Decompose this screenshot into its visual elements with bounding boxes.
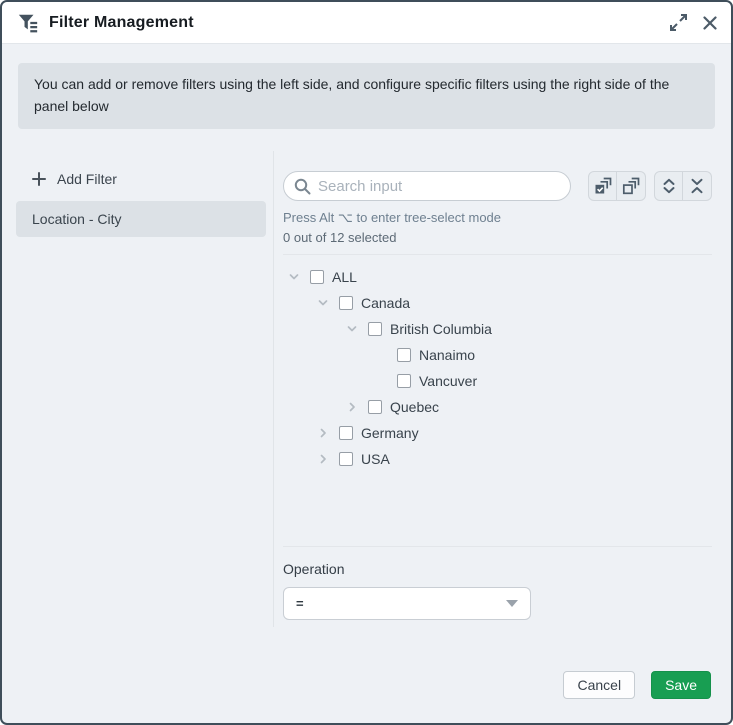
filter-management-dialog: Filter Management You can add or remove … — [0, 0, 733, 725]
filter-funnel-icon — [17, 12, 39, 34]
tree-row[interactable]: ALL — [283, 264, 712, 290]
chevron-right-icon[interactable] — [317, 427, 329, 439]
info-banner: You can add or remove filters using the … — [18, 63, 715, 129]
chevron-right-icon[interactable] — [317, 453, 329, 465]
filter-config-panel: Press Alt ⌥ to enter tree-select mode 0 … — [274, 151, 731, 627]
checkbox[interactable] — [339, 296, 353, 310]
checkbox[interactable] — [310, 270, 324, 284]
tree-toggle[interactable] — [287, 271, 301, 283]
tree-node-label: Germany — [361, 425, 419, 441]
checkbox[interactable] — [339, 452, 353, 466]
dialog-title: Filter Management — [49, 14, 194, 32]
search-input[interactable] — [284, 172, 570, 200]
search-box — [283, 171, 571, 201]
add-filter-label: Add Filter — [57, 171, 117, 187]
operation-dropdown[interactable]: = — [283, 587, 531, 620]
expand-all-button[interactable] — [654, 171, 683, 201]
tree-row[interactable]: Germany — [283, 420, 712, 446]
close-icon[interactable] — [703, 16, 717, 30]
select-all-icon — [594, 177, 612, 195]
tree-node-label: USA — [361, 451, 390, 467]
dialog-footer: Cancel Save — [2, 627, 731, 723]
tree-row[interactable]: Quebec — [283, 394, 712, 420]
chevron-right-icon[interactable] — [346, 401, 358, 413]
checkbox[interactable] — [368, 400, 382, 414]
add-filter-button[interactable]: Add Filter — [16, 163, 266, 195]
divider — [283, 254, 712, 255]
tree-node-label: Nanaimo — [419, 347, 475, 363]
tree-node-label: Canada — [361, 295, 410, 311]
filter-item-location-city[interactable]: Location - City — [16, 201, 266, 237]
search-icon — [294, 178, 311, 195]
expand-all-icon — [661, 177, 677, 195]
tree-node-label: British Columbia — [390, 321, 492, 337]
deselect-all-button[interactable] — [617, 171, 646, 201]
tree-toggle[interactable] — [345, 401, 359, 413]
tree-row[interactable]: Nanaimo — [283, 342, 712, 368]
tree-select-hint: Press Alt ⌥ to enter tree-select mode — [283, 210, 712, 226]
save-button[interactable]: Save — [651, 671, 711, 699]
tree-row[interactable]: USA — [283, 446, 712, 472]
operation-value: = — [296, 596, 304, 611]
expand-dialog-icon[interactable] — [669, 13, 688, 32]
tree-toggle[interactable] — [316, 453, 330, 465]
chevron-down-icon[interactable] — [288, 271, 300, 283]
checkbox-tree: ALLCanada British Columbia Nanaimo Vancuver… — [283, 264, 712, 546]
operation-label: Operation — [283, 561, 712, 577]
deselect-all-icon — [622, 177, 640, 195]
filter-list-panel: Add Filter Location - City — [2, 151, 274, 627]
dialog-header: Filter Management — [2, 2, 731, 44]
tree-row[interactable]: Vancuver — [283, 368, 712, 394]
checkbox[interactable] — [368, 322, 382, 336]
tree-node-label: ALL — [332, 269, 357, 285]
checkbox[interactable] — [397, 374, 411, 388]
tree-button-group — [654, 171, 712, 201]
collapse-all-icon — [689, 177, 705, 195]
tree-row[interactable]: Canada — [283, 290, 712, 316]
chevron-down-icon[interactable] — [346, 323, 358, 335]
checkbox[interactable] — [397, 348, 411, 362]
tree-node-label: Quebec — [390, 399, 439, 415]
checkbox[interactable] — [339, 426, 353, 440]
collapse-all-button[interactable] — [683, 171, 712, 201]
tree-node-label: Vancuver — [419, 373, 477, 389]
chevron-down-icon[interactable] — [317, 297, 329, 309]
operation-section: Operation = — [283, 546, 712, 620]
tree-toggle[interactable] — [345, 323, 359, 335]
plus-icon — [32, 172, 46, 186]
selection-count: 0 out of 12 selected — [283, 230, 712, 245]
tree-toggle[interactable] — [316, 427, 330, 439]
tree-row[interactable]: British Columbia — [283, 316, 712, 342]
cancel-button[interactable]: Cancel — [563, 671, 635, 699]
selection-button-group — [588, 171, 646, 201]
select-all-button[interactable] — [588, 171, 617, 201]
dropdown-caret-icon — [506, 600, 518, 607]
tree-toggle[interactable] — [316, 297, 330, 309]
